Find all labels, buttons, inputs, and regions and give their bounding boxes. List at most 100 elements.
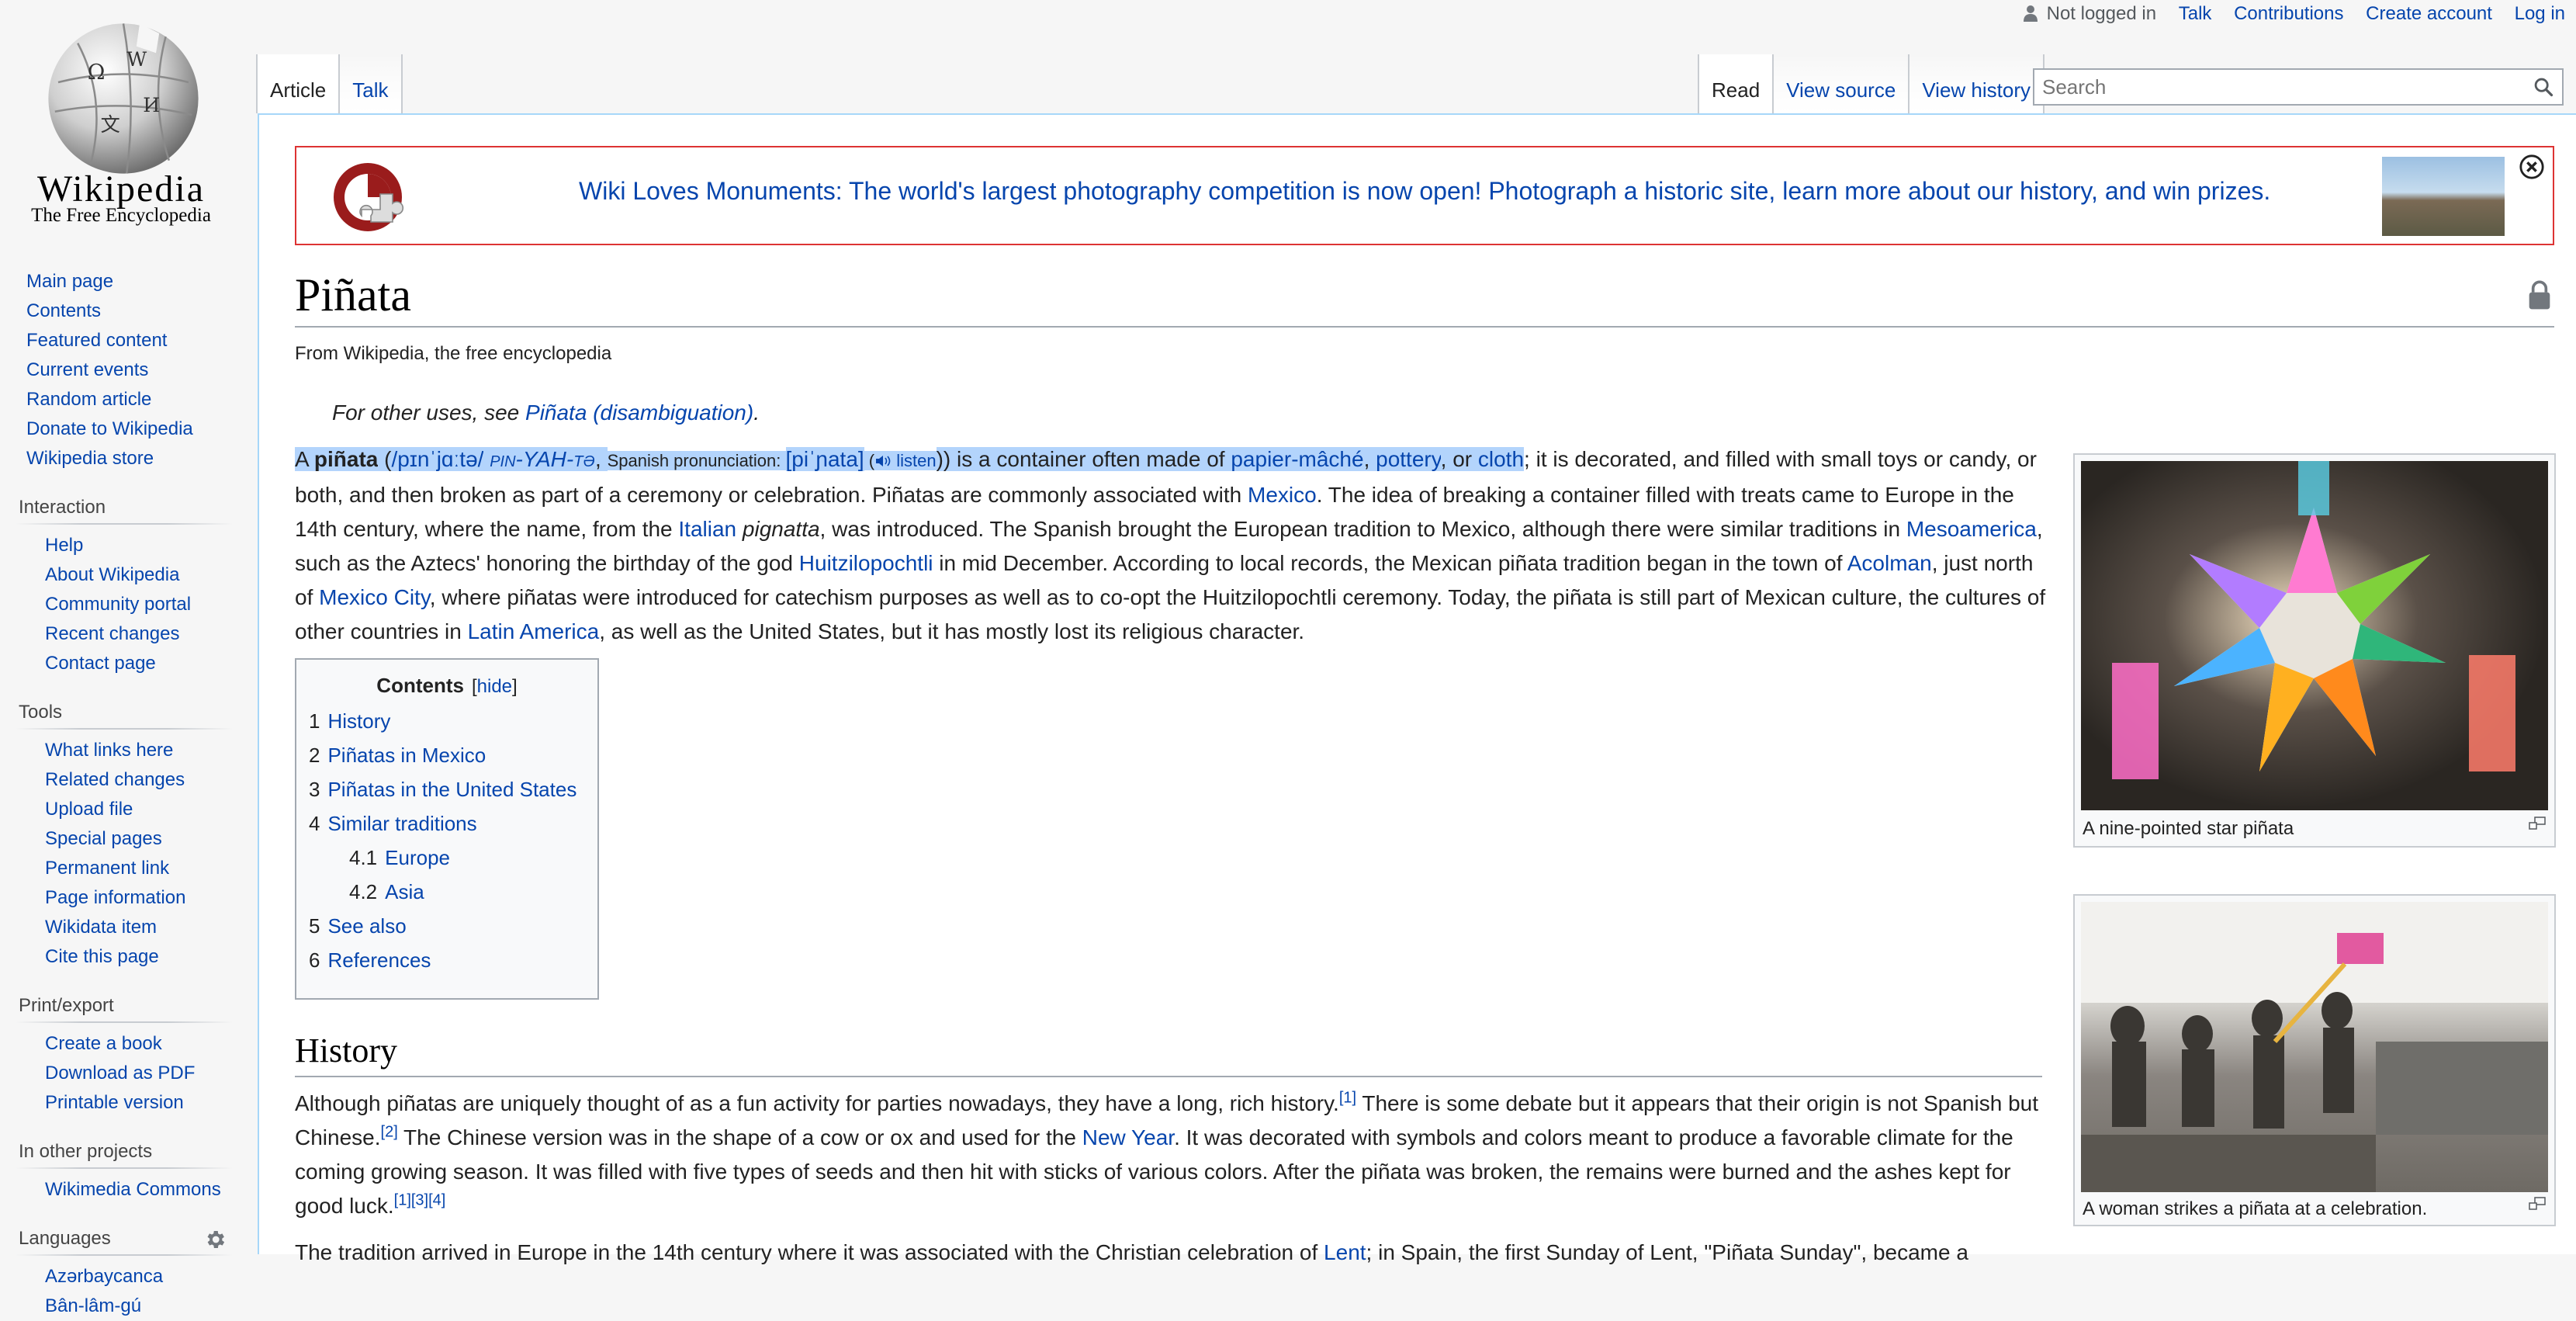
toc-item[interactable]: 4 Similar traditions: [296, 806, 597, 841]
sidebar-heading-languages: Languages: [19, 1228, 248, 1250]
sidebar-item-recent-changes[interactable]: Recent changes: [45, 623, 179, 644]
mesoamerica-link[interactable]: Mesoamerica: [1906, 517, 2037, 541]
disambiguation-link[interactable]: Piñata (disambiguation): [525, 400, 753, 425]
toc-item[interactable]: 2 Piñatas in Mexico: [296, 738, 597, 772]
toc-link-pinatas-in-us[interactable]: Piñatas in the United States: [327, 778, 576, 801]
gear-icon[interactable]: [203, 1228, 227, 1251]
sidebar-item-download-pdf[interactable]: Download as PDF: [45, 1063, 195, 1083]
sidebar-heading-print: Print/export: [19, 995, 114, 1016]
sidebar-item-about[interactable]: About Wikipedia: [45, 564, 179, 585]
wikipedia-logo[interactable]: Ω W И 文 Wikipedia The Free Encyclopedia: [0, 0, 248, 241]
spanish-ipa-link[interactable]: [piˈɲata]: [785, 447, 864, 471]
sidebar-item-wikimedia-commons[interactable]: Wikimedia Commons: [45, 1179, 221, 1200]
toc-hide-toggle[interactable]: [hide]: [472, 676, 518, 697]
sidebar-item-cite-this-page[interactable]: Cite this page: [45, 946, 159, 967]
toc-link-references[interactable]: References: [327, 948, 431, 972]
sidebar-navigation: Main page Contents Featured content Curr…: [0, 267, 248, 473]
create-account-link[interactable]: Create account: [2366, 3, 2492, 24]
toc-item[interactable]: 6 References: [296, 943, 597, 977]
magnify-icon[interactable]: [2528, 1197, 2547, 1211]
view-tabs: Read View source View history: [1698, 54, 2045, 113]
citation-link[interactable]: [1]: [1339, 1090, 1356, 1107]
sidebar-item-printable-version[interactable]: Printable version: [45, 1092, 184, 1113]
cloth-link[interactable]: cloth: [1477, 447, 1525, 471]
listen-link[interactable]: listen: [874, 451, 937, 470]
sidebar-item-language-az[interactable]: Azərbaycanca: [45, 1266, 163, 1287]
sidebar-divider: [16, 1167, 233, 1169]
search-input[interactable]: [2041, 70, 2525, 104]
sidebar-item-community-portal[interactable]: Community portal: [45, 594, 191, 615]
toc-hide-link[interactable]: hide: [477, 676, 512, 697]
toc-link-similar-traditions[interactable]: Similar traditions: [327, 812, 476, 835]
toc-link-history[interactable]: History: [327, 709, 390, 733]
sidebar-item-what-links-here[interactable]: What links here: [45, 740, 173, 761]
acolman-link[interactable]: Acolman: [1847, 551, 1932, 575]
celebration-image[interactable]: [2081, 902, 2548, 1192]
new-year-link[interactable]: New Year: [1082, 1125, 1174, 1149]
sidebar-item-main-page[interactable]: Main page: [26, 271, 113, 292]
toc-link-see-also[interactable]: See also: [327, 914, 406, 938]
toc-item[interactable]: 3 Piñatas in the United States: [296, 772, 597, 806]
sidebar-item-language-nan[interactable]: Bân-lâm-gú: [45, 1295, 141, 1316]
toc-link-asia[interactable]: Asia: [385, 880, 424, 903]
search-icon[interactable]: [2533, 76, 2554, 98]
pottery-link[interactable]: pottery: [1376, 447, 1441, 471]
sidebar-item-page-information[interactable]: Page information: [45, 887, 185, 908]
banner-text[interactable]: Wiki Loves Monuments: The world's larges…: [579, 177, 2270, 206]
sidebar-item-donate[interactable]: Donate to Wikipedia: [26, 418, 193, 439]
toc-item[interactable]: 5 See also: [296, 909, 597, 943]
tab-article[interactable]: Article: [256, 54, 341, 113]
central-notice-banner[interactable]: Wiki Loves Monuments: The world's larges…: [295, 146, 2554, 245]
italian-link[interactable]: Italian: [678, 517, 736, 541]
sidebar-item-random-article[interactable]: Random article: [26, 389, 151, 410]
search-box[interactable]: [2033, 68, 2564, 106]
lock-icon[interactable]: [2526, 279, 2553, 310]
star-pinata-image[interactable]: [2081, 461, 2548, 810]
tab-view-history[interactable]: View history: [1909, 54, 2045, 113]
toc-title: Contents: [376, 674, 464, 697]
spanish-pronunciation-label: Spanish pronunciation:: [607, 451, 786, 470]
sidebar-item-contact[interactable]: Contact page: [45, 653, 156, 674]
sidebar-item-contents[interactable]: Contents: [26, 300, 101, 321]
respelling-link[interactable]: pin-YAH-tə: [490, 447, 595, 471]
citation-link[interactable]: [1][3][4]: [394, 1192, 446, 1209]
toc-item[interactable]: 4.2 Asia: [296, 875, 597, 909]
site-subtitle: From Wikipedia, the free encyclopedia: [295, 343, 612, 364]
sidebar-item-permanent-link[interactable]: Permanent link: [45, 858, 169, 879]
tab-talk[interactable]: Talk: [340, 54, 403, 113]
close-icon[interactable]: [2519, 154, 2545, 180]
citation-link[interactable]: [2]: [381, 1124, 398, 1141]
listen-label[interactable]: listen: [896, 451, 936, 470]
papier-mache-link[interactable]: papier-mâché: [1231, 447, 1364, 471]
huitzilopochtli-link[interactable]: Huitzilopochtli: [799, 551, 933, 575]
mexico-link[interactable]: Mexico: [1248, 483, 1317, 507]
sidebar-item-help[interactable]: Help: [45, 535, 83, 556]
sidebar-item-featured-content[interactable]: Featured content: [26, 330, 167, 351]
toc-item[interactable]: 1 History: [296, 704, 597, 738]
magnify-icon[interactable]: [2528, 817, 2547, 830]
log-in-link[interactable]: Log in: [2515, 3, 2565, 24]
tab-read[interactable]: Read: [1698, 54, 1774, 113]
mexico-city-link[interactable]: Mexico City: [319, 585, 430, 609]
sidebar-divider: [16, 728, 233, 730]
sidebar-heading-interaction: Interaction: [19, 497, 106, 518]
sidebar-item-store[interactable]: Wikipedia store: [26, 448, 154, 469]
sidebar-item-current-events[interactable]: Current events: [26, 359, 148, 380]
personal-contributions-link[interactable]: Contributions: [2234, 3, 2343, 24]
toc-link-europe[interactable]: Europe: [385, 846, 450, 869]
tab-view-source[interactable]: View source: [1774, 54, 1910, 113]
text: , or: [1440, 447, 1478, 471]
personal-talk-link[interactable]: Talk: [2179, 3, 2212, 24]
ipa-link[interactable]: /pɪnˈjɑːtə/: [391, 447, 484, 471]
sidebar-heading-tools: Tools: [19, 702, 63, 723]
toc-item[interactable]: 4.1 Europe: [296, 841, 597, 875]
text: ,: [1363, 447, 1376, 471]
sidebar-item-related-changes[interactable]: Related changes: [45, 769, 185, 790]
svg-text:Ω: Ω: [88, 61, 106, 85]
sidebar-item-wikidata-item[interactable]: Wikidata item: [45, 917, 157, 938]
sidebar-item-upload-file[interactable]: Upload file: [45, 799, 133, 820]
latin-america-link[interactable]: Latin America: [468, 619, 600, 643]
sidebar-item-special-pages[interactable]: Special pages: [45, 828, 162, 849]
sidebar-item-create-book[interactable]: Create a book: [45, 1033, 162, 1054]
toc-link-pinatas-in-mexico[interactable]: Piñatas in Mexico: [327, 744, 486, 767]
